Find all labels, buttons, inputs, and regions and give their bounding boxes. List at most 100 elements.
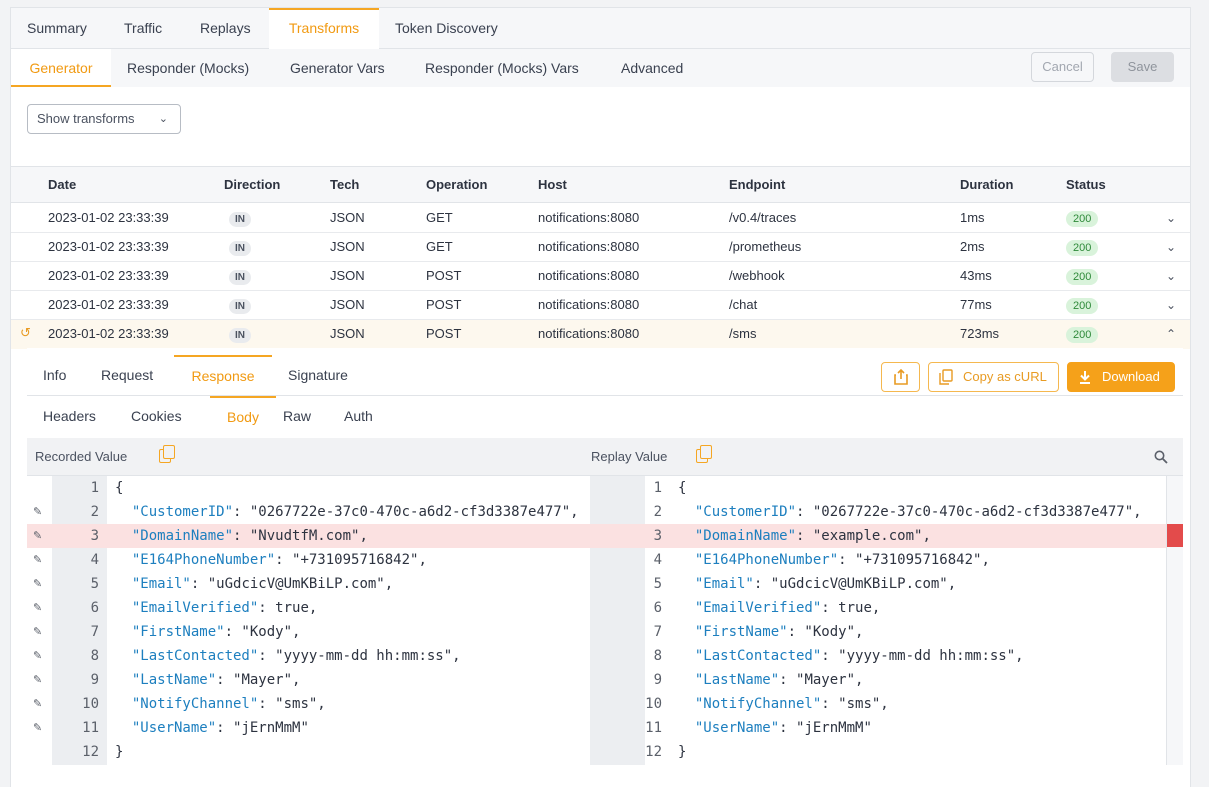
json-value: { [678,480,687,496]
cell-duration: 1ms [960,210,985,225]
json-value: : "Kody", [224,624,301,640]
replay-value-label: Replay Value [591,449,668,464]
line-number: 1 [90,480,99,496]
col-status[interactable]: Status [1066,167,1106,203]
table-row-expanded[interactable]: ↺ 2023-01-02 23:33:39 IN JSON POST notif… [11,320,1190,349]
json-value: } [115,744,124,760]
json-key: "E164PhoneNumber" [694,552,839,568]
line-number: 6 [653,600,662,616]
code-text: "CustomerID": "0267722e-37c0-470c-a6d2-c… [115,500,579,524]
cell-operation: POST [426,268,462,283]
line-number: 10 [645,696,662,712]
code-text: "LastName": "Mayer", [678,668,864,692]
chevron-up-icon[interactable]: ⌃ [1166,320,1176,348]
tab-token-discovery[interactable]: Token Discovery [395,8,498,49]
search-icon[interactable] [1154,450,1168,464]
line-number: 5 [653,576,662,592]
json-key: "NotifyChannel" [694,696,822,712]
recorded-code-line: ✎ 4 "E164PhoneNumber": "+731095716842", [27,548,590,572]
edit-pencil-icon[interactable]: ✎ [33,596,42,620]
edit-pencil-icon[interactable]: ✎ [33,668,42,692]
chevron-down-icon[interactable]: ⌄ [1166,262,1176,290]
code-text: "E164PhoneNumber": "+731095716842", [678,548,990,572]
edit-pencil-icon[interactable]: ✎ [33,524,42,548]
edit-pencil-icon[interactable]: ✎ [33,716,42,740]
table-row[interactable]: 2023-01-02 23:33:39 IN JSON POST notific… [11,262,1190,291]
cell-duration: 723ms [960,326,1000,341]
diff-marker[interactable] [1167,524,1183,547]
code-text: "CustomerID": "0267722e-37c0-470c-a6d2-c… [678,500,1142,524]
copy-icon[interactable] [159,445,175,463]
replay-code-line: 6 "EmailVerified": true, [590,596,1166,620]
code-text: } [678,740,686,764]
chevron-down-icon[interactable]: ⌄ [1166,204,1176,232]
status-badge: 200 [1066,269,1099,285]
tab-headers[interactable]: Headers [43,396,96,437]
json-key: "FirstName" [131,624,225,640]
recorded-code-line: ✎ 9 "LastName": "Mayer", [27,668,590,692]
tab-request[interactable]: Request [101,355,153,396]
json-key: "LastName" [694,672,780,688]
tab-generator[interactable]: Generator [11,49,111,87]
tab-responder-mocks[interactable]: Responder (Mocks) [127,49,249,87]
json-key: "CustomerID" [131,504,234,520]
tab-advanced[interactable]: Advanced [621,49,683,87]
transform-icon: ↺ [20,325,31,340]
tab-summary[interactable]: Summary [27,8,87,49]
cell-operation: POST [426,326,462,341]
json-key: "DomainName" [131,528,234,544]
copy-as-curl-button[interactable]: Copy as cURL [928,362,1059,392]
table-row[interactable]: 2023-01-02 23:33:39 IN JSON GET notifica… [11,233,1190,262]
recorded-code-line: ✎ 7 "FirstName": "Kody", [27,620,590,644]
json-key: "E164PhoneNumber" [131,552,276,568]
edit-pencil-icon[interactable]: ✎ [33,548,42,572]
col-date[interactable]: Date [48,167,76,203]
tab-traffic[interactable]: Traffic [124,8,162,49]
json-value: : "jErnMmM" [216,720,309,736]
tab-replays[interactable]: Replays [200,8,251,49]
col-endpoint[interactable]: Endpoint [729,167,785,203]
edit-pencil-icon[interactable]: ✎ [33,572,42,596]
share-button[interactable] [881,362,920,392]
replay-code-line: 1{ [590,476,1166,500]
col-direction[interactable]: Direction [224,167,280,203]
download-button[interactable]: Download [1067,362,1175,392]
tab-auth[interactable]: Auth [344,396,373,437]
tab-signature[interactable]: Signature [288,355,348,396]
cancel-button[interactable]: Cancel [1031,52,1094,82]
tab-response[interactable]: Response [174,355,272,396]
recorded-code-line: ✎ 5 "Email": "uGdcicV@UmKBiLP.com", [27,572,590,596]
scrollbar[interactable] [1166,476,1183,765]
diff-editor[interactable]: 1{1{✎ 2 "CustomerID": "0267722e-37c0-470c… [27,476,1183,765]
col-host[interactable]: Host [538,167,567,203]
col-duration[interactable]: Duration [960,167,1013,203]
json-key: "LastName" [131,672,217,688]
chevron-down-icon[interactable]: ⌄ [1166,291,1176,319]
copy-icon[interactable] [696,445,712,463]
chevron-down-icon[interactable]: ⌄ [1166,233,1176,261]
edit-pencil-icon[interactable]: ✎ [33,500,42,524]
tab-info[interactable]: Info [43,355,66,396]
save-button[interactable]: Save [1111,52,1174,82]
download-icon [1080,371,1090,384]
tab-raw[interactable]: Raw [283,396,311,437]
table-row[interactable]: 2023-01-02 23:33:39 IN JSON POST notific… [11,291,1190,320]
tab-generator-vars[interactable]: Generator Vars [290,49,385,87]
cell-tech: JSON [330,326,365,341]
edit-pencil-icon[interactable]: ✎ [33,644,42,668]
table-row[interactable]: 2023-01-02 23:33:39 IN JSON GET notifica… [11,204,1190,233]
tab-cookies[interactable]: Cookies [131,396,182,437]
json-value: : "Kody", [787,624,864,640]
edit-pencil-icon[interactable]: ✎ [33,620,42,644]
col-tech[interactable]: Tech [330,167,359,203]
tab-body[interactable]: Body [210,396,276,437]
tab-responder-mocks-vars[interactable]: Responder (Mocks) Vars [425,49,579,87]
show-transforms-dropdown[interactable]: Show transforms ⌄ [27,104,181,134]
col-operation[interactable]: Operation [426,167,487,203]
line-number: 8 [653,648,662,664]
edit-pencil-icon[interactable]: ✎ [33,692,42,716]
code-text: "LastName": "Mayer", [115,668,301,692]
tab-transforms[interactable]: Transforms [269,8,379,50]
recorded-code-line: ✎ 6 "EmailVerified": true, [27,596,590,620]
cell-endpoint: /prometheus [729,239,802,254]
